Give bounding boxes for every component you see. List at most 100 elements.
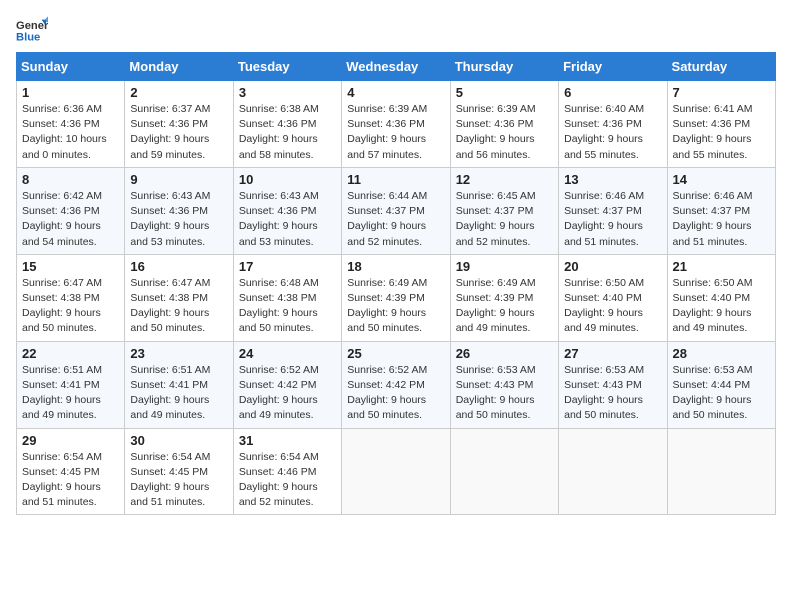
calendar-cell: 22 Sunrise: 6:51 AMSunset: 4:41 PMDayligh… (17, 341, 125, 428)
day-info: Sunrise: 6:39 AMSunset: 4:36 PMDaylight:… (347, 102, 444, 163)
calendar-cell (559, 428, 667, 515)
day-info: Sunrise: 6:49 AMSunset: 4:39 PMDaylight:… (456, 276, 553, 337)
day-number: 20 (564, 259, 661, 274)
calendar-cell: 9 Sunrise: 6:43 AMSunset: 4:36 PMDaylight… (125, 167, 233, 254)
calendar-cell: 29Sunrise: 6:54 AMSunset: 4:45 PMDayligh… (17, 428, 125, 515)
day-number: 13 (564, 172, 661, 187)
calendar-cell: 1 Sunrise: 6:36 AMSunset: 4:36 PMDaylight… (17, 81, 125, 168)
calendar-cell: 13 Sunrise: 6:46 AMSunset: 4:37 PMDayligh… (559, 167, 667, 254)
header-day-thursday: Thursday (450, 53, 558, 81)
calendar-cell: 25 Sunrise: 6:52 AMSunset: 4:42 PMDayligh… (342, 341, 450, 428)
day-info: Sunrise: 6:44 AMSunset: 4:37 PMDaylight:… (347, 189, 444, 250)
calendar-cell: 5 Sunrise: 6:39 AMSunset: 4:36 PMDaylight… (450, 81, 558, 168)
day-number: 19 (456, 259, 553, 274)
day-number: 15 (22, 259, 119, 274)
calendar-week-4: 22 Sunrise: 6:51 AMSunset: 4:41 PMDayligh… (17, 341, 776, 428)
calendar-cell: 11 Sunrise: 6:44 AMSunset: 4:37 PMDayligh… (342, 167, 450, 254)
day-info: Sunrise: 6:54 AMSunset: 4:46 PMDaylight:… (239, 450, 336, 511)
day-number: 18 (347, 259, 444, 274)
day-info: Sunrise: 6:51 AMSunset: 4:41 PMDaylight:… (130, 363, 227, 424)
day-info: Sunrise: 6:37 AMSunset: 4:36 PMDaylight:… (130, 102, 227, 163)
day-info: Sunrise: 6:43 AMSunset: 4:36 PMDaylight:… (239, 189, 336, 250)
calendar-cell: 8Sunrise: 6:42 AMSunset: 4:36 PMDaylight… (17, 167, 125, 254)
header-day-saturday: Saturday (667, 53, 775, 81)
day-info: Sunrise: 6:50 AMSunset: 4:40 PMDaylight:… (673, 276, 770, 337)
calendar-cell: 15 Sunrise: 6:47 AMSunset: 4:38 PMDayligh… (17, 254, 125, 341)
day-number: 25 (347, 346, 444, 361)
header-day-wednesday: Wednesday (342, 53, 450, 81)
calendar-week-3: 15 Sunrise: 6:47 AMSunset: 4:38 PMDayligh… (17, 254, 776, 341)
day-number: 21 (673, 259, 770, 274)
calendar-cell: 3 Sunrise: 6:38 AMSunset: 4:36 PMDaylight… (233, 81, 341, 168)
calendar-cell: 21 Sunrise: 6:50 AMSunset: 4:40 PMDayligh… (667, 254, 775, 341)
day-number: 3 (239, 85, 336, 100)
calendar-cell: 28Sunrise: 6:53 AMSunset: 4:44 PMDayligh… (667, 341, 775, 428)
day-info: Sunrise: 6:43 AMSunset: 4:36 PMDaylight:… (130, 189, 227, 250)
day-info: Sunrise: 6:52 AMSunset: 4:42 PMDaylight:… (347, 363, 444, 424)
calendar-cell: 27 Sunrise: 6:53 AMSunset: 4:43 PMDayligh… (559, 341, 667, 428)
calendar-cell: 18 Sunrise: 6:49 AMSunset: 4:39 PMDayligh… (342, 254, 450, 341)
calendar-cell (667, 428, 775, 515)
calendar-cell: 20 Sunrise: 6:50 AMSunset: 4:40 PMDayligh… (559, 254, 667, 341)
day-number: 7 (673, 85, 770, 100)
calendar-header-row: SundayMondayTuesdayWednesdayThursdayFrid… (17, 53, 776, 81)
day-info: Sunrise: 6:53 AMSunset: 4:43 PMDaylight:… (456, 363, 553, 424)
day-info: Sunrise: 6:40 AMSunset: 4:36 PMDaylight:… (564, 102, 661, 163)
day-info: Sunrise: 6:48 AMSunset: 4:38 PMDaylight:… (239, 276, 336, 337)
calendar-cell: 24Sunrise: 6:52 AMSunset: 4:42 PMDayligh… (233, 341, 341, 428)
day-number: 4 (347, 85, 444, 100)
calendar-cell: 31 Sunrise: 6:54 AMSunset: 4:46 PMDayligh… (233, 428, 341, 515)
day-number: 12 (456, 172, 553, 187)
day-info: Sunrise: 6:53 AMSunset: 4:43 PMDaylight:… (564, 363, 661, 424)
logo: General Blue (16, 16, 52, 44)
header-day-sunday: Sunday (17, 53, 125, 81)
day-number: 8 (22, 172, 119, 187)
calendar-cell: 7 Sunrise: 6:41 AMSunset: 4:36 PMDaylight… (667, 81, 775, 168)
day-info: Sunrise: 6:36 AMSunset: 4:36 PMDaylight:… (22, 102, 119, 163)
calendar-cell: 16 Sunrise: 6:47 AMSunset: 4:38 PMDayligh… (125, 254, 233, 341)
day-number: 22 (22, 346, 119, 361)
day-number: 14 (673, 172, 770, 187)
day-info: Sunrise: 6:47 AMSunset: 4:38 PMDaylight:… (22, 276, 119, 337)
calendar-cell: 4 Sunrise: 6:39 AMSunset: 4:36 PMDaylight… (342, 81, 450, 168)
calendar-cell: 30 Sunrise: 6:54 AMSunset: 4:45 PMDayligh… (125, 428, 233, 515)
calendar-week-5: 29Sunrise: 6:54 AMSunset: 4:45 PMDayligh… (17, 428, 776, 515)
day-info: Sunrise: 6:46 AMSunset: 4:37 PMDaylight:… (564, 189, 661, 250)
calendar-cell: 17Sunrise: 6:48 AMSunset: 4:38 PMDayligh… (233, 254, 341, 341)
day-info: Sunrise: 6:52 AMSunset: 4:42 PMDaylight:… (239, 363, 336, 424)
day-number: 30 (130, 433, 227, 448)
calendar-cell: 10Sunrise: 6:43 AMSunset: 4:36 PMDayligh… (233, 167, 341, 254)
day-info: Sunrise: 6:38 AMSunset: 4:36 PMDaylight:… (239, 102, 336, 163)
logo-icon: General Blue (16, 16, 48, 44)
day-number: 27 (564, 346, 661, 361)
day-number: 2 (130, 85, 227, 100)
day-number: 31 (239, 433, 336, 448)
page-header: General Blue (16, 16, 776, 44)
day-number: 1 (22, 85, 119, 100)
day-number: 11 (347, 172, 444, 187)
day-number: 6 (564, 85, 661, 100)
svg-text:Blue: Blue (16, 31, 40, 43)
calendar-cell: 6 Sunrise: 6:40 AMSunset: 4:36 PMDaylight… (559, 81, 667, 168)
day-info: Sunrise: 6:41 AMSunset: 4:36 PMDaylight:… (673, 102, 770, 163)
day-number: 28 (673, 346, 770, 361)
header-day-monday: Monday (125, 53, 233, 81)
day-number: 5 (456, 85, 553, 100)
day-info: Sunrise: 6:54 AMSunset: 4:45 PMDaylight:… (130, 450, 227, 511)
day-number: 16 (130, 259, 227, 274)
header-day-tuesday: Tuesday (233, 53, 341, 81)
day-info: Sunrise: 6:49 AMSunset: 4:39 PMDaylight:… (347, 276, 444, 337)
day-number: 9 (130, 172, 227, 187)
day-info: Sunrise: 6:47 AMSunset: 4:38 PMDaylight:… (130, 276, 227, 337)
calendar-table: SundayMondayTuesdayWednesdayThursdayFrid… (16, 52, 776, 515)
header-day-friday: Friday (559, 53, 667, 81)
day-info: Sunrise: 6:39 AMSunset: 4:36 PMDaylight:… (456, 102, 553, 163)
calendar-cell (450, 428, 558, 515)
calendar-cell: 26 Sunrise: 6:53 AMSunset: 4:43 PMDayligh… (450, 341, 558, 428)
day-info: Sunrise: 6:50 AMSunset: 4:40 PMDaylight:… (564, 276, 661, 337)
calendar-week-2: 8Sunrise: 6:42 AMSunset: 4:36 PMDaylight… (17, 167, 776, 254)
calendar-week-1: 1 Sunrise: 6:36 AMSunset: 4:36 PMDaylight… (17, 81, 776, 168)
day-number: 26 (456, 346, 553, 361)
calendar-cell: 2 Sunrise: 6:37 AMSunset: 4:36 PMDaylight… (125, 81, 233, 168)
day-info: Sunrise: 6:51 AMSunset: 4:41 PMDaylight:… (22, 363, 119, 424)
